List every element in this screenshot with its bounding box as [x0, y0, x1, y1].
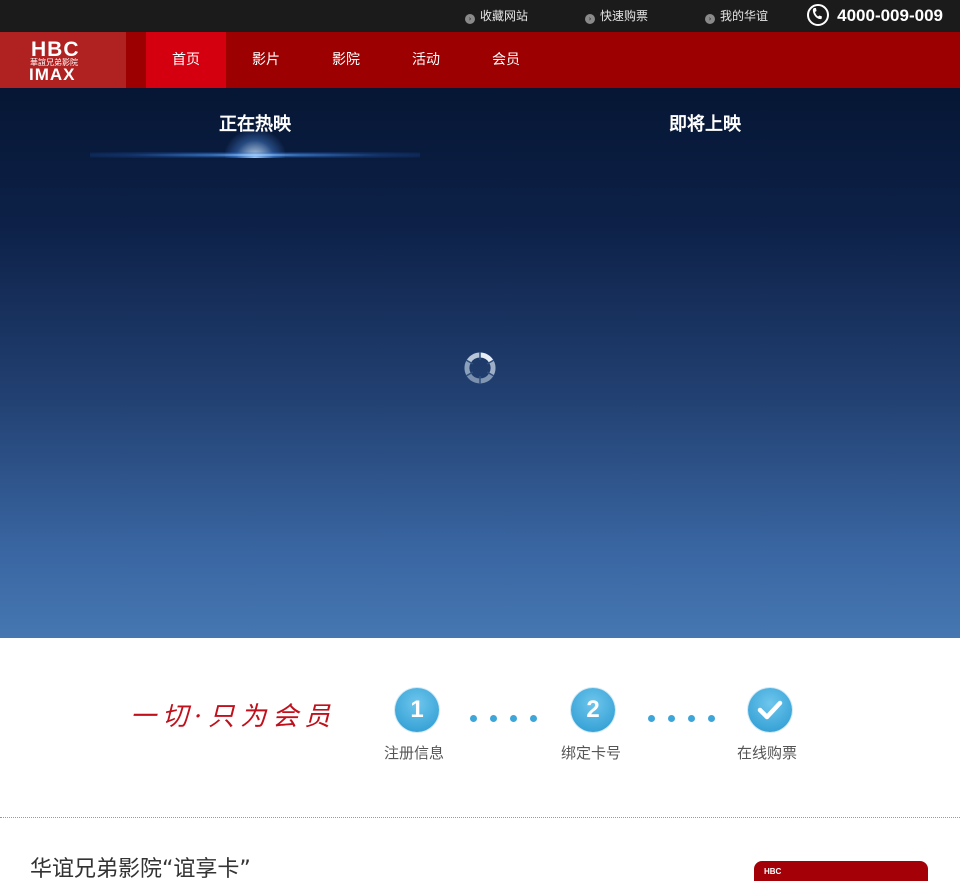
member-card-image[interactable]: HBC	[754, 861, 928, 881]
logo[interactable]: HBC 華誼兄弟影院 IMAX	[0, 32, 126, 88]
nav-movies[interactable]: 影片	[226, 32, 306, 88]
step-1-badge: 1	[395, 688, 439, 732]
my-account-label: 我的华谊	[720, 9, 769, 23]
movie-showcase: 正在热映 即将上映	[0, 88, 960, 638]
step-2-label: 绑定卡号	[561, 744, 622, 762]
active-tab-underline	[90, 152, 420, 158]
step-2-badge: 2	[571, 688, 615, 732]
top-bar: › 收藏网站 › 快速购票 › 我的华谊 4000-009-009	[0, 0, 960, 32]
my-account-link[interactable]: › 我的华谊	[705, 0, 768, 32]
main-nav: HBC 華誼兄弟影院 IMAX 首页 影片 影院 活动 会员	[0, 32, 960, 88]
tab-coming-soon[interactable]: 即将上映	[669, 110, 741, 136]
bookmark-site-label: 收藏网站	[480, 9, 529, 23]
section-divider	[0, 817, 960, 818]
nav-cinemas[interactable]: 影院	[306, 32, 386, 88]
membership-steps: 一切·只为会员 1 注册信息 2 绑定卡号 在线购票	[0, 638, 960, 818]
quick-ticket-label: 快速购票	[600, 9, 649, 23]
nav-members[interactable]: 会员	[466, 32, 546, 88]
logo-imax: IMAX	[29, 65, 76, 84]
checkmark-icon	[757, 700, 783, 720]
member-slogan: 一切·只为会员	[130, 702, 337, 732]
card-section-title: 华谊兄弟影院“谊享卡”	[30, 857, 251, 882]
step-3-badge	[748, 688, 792, 732]
nav-events[interactable]: 活动	[386, 32, 466, 88]
tab-now-showing[interactable]: 正在热映	[219, 110, 291, 136]
chevron-right-icon: ›	[465, 14, 475, 24]
step-3-label: 在线购票	[737, 744, 798, 762]
phone-number: 4000-009-009	[837, 6, 943, 25]
loading-spinner-icon	[464, 352, 496, 384]
card-logo-text: HBC	[764, 867, 782, 876]
chevron-right-icon: ›	[705, 14, 715, 24]
step-1-label: 注册信息	[384, 744, 445, 762]
nav-home[interactable]: 首页	[146, 32, 226, 88]
step-connector-1	[470, 707, 550, 722]
hotline: 4000-009-009	[807, 0, 943, 32]
step-connector-2	[648, 707, 728, 722]
bookmark-site-link[interactable]: › 收藏网站	[465, 0, 528, 32]
chevron-right-icon: ›	[585, 14, 595, 24]
phone-icon	[807, 4, 830, 26]
quick-ticket-link[interactable]: › 快速购票	[585, 0, 648, 32]
